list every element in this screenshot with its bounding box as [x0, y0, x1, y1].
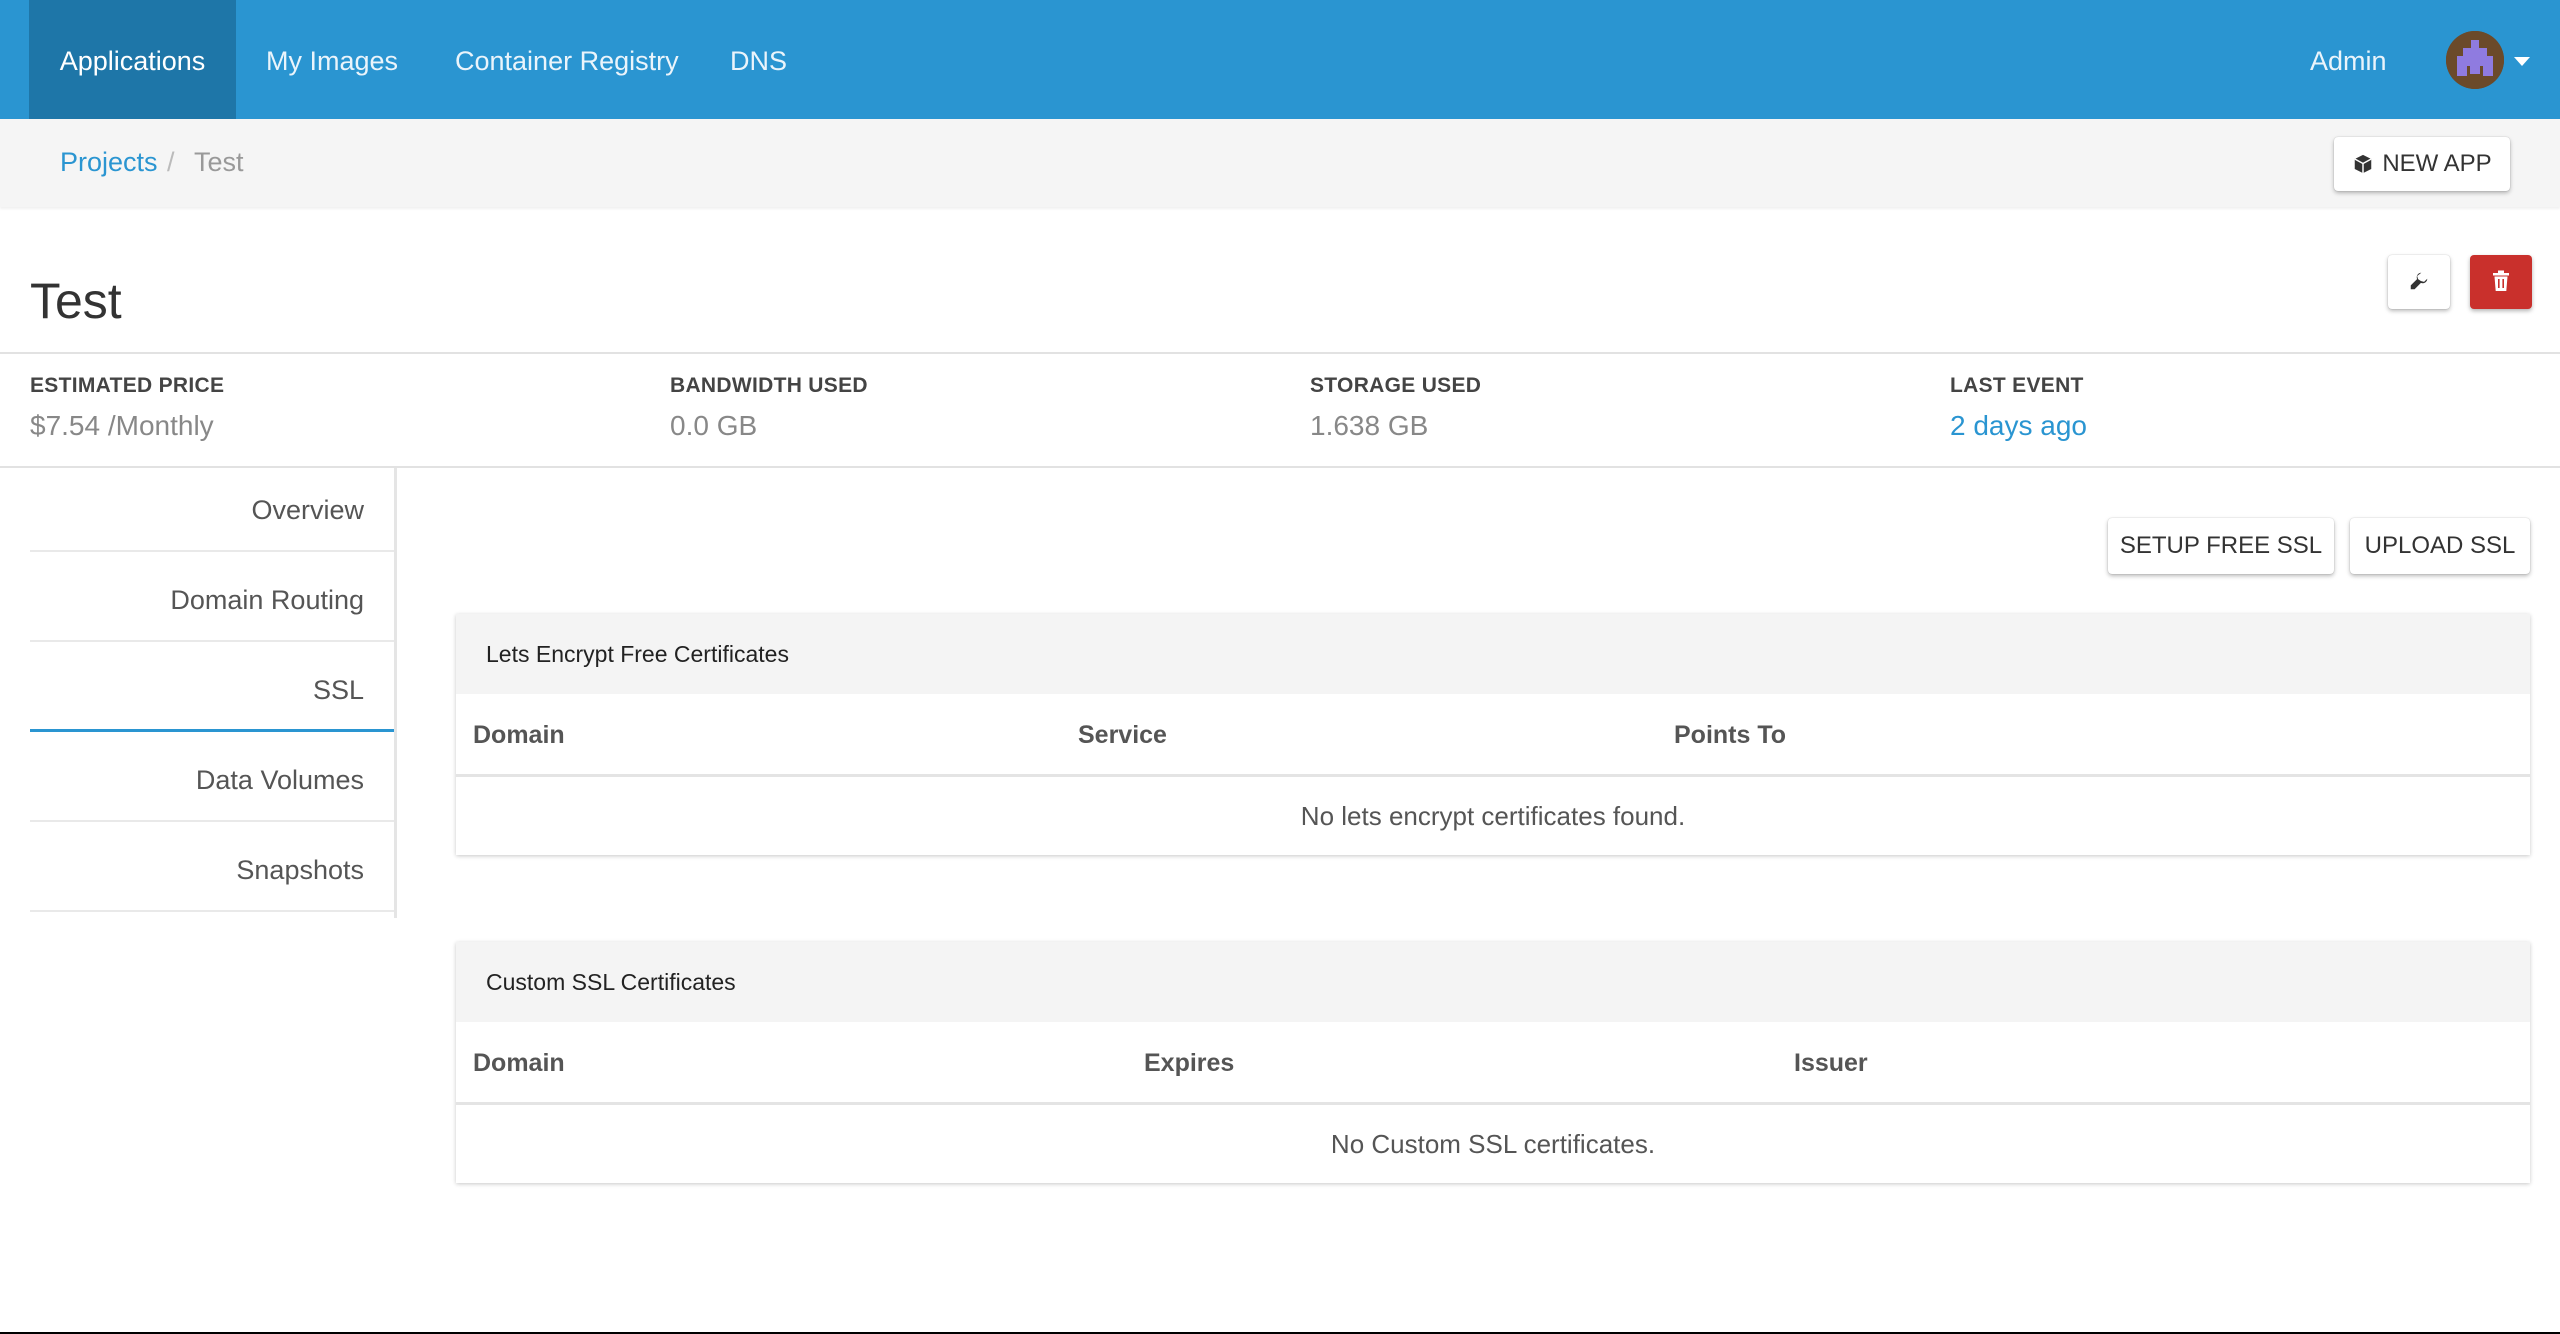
nav-item-my-images[interactable]: My Images	[266, 0, 398, 119]
column-header-domain: Domain	[473, 721, 565, 749]
setup-free-ssl-button[interactable]: SETUP FREE SSL	[2108, 518, 2334, 574]
cube-icon	[2354, 154, 2372, 174]
sidebar-item-ssl[interactable]: SSL	[30, 648, 394, 732]
sidebar-item-snapshots[interactable]: Snapshots	[30, 828, 394, 912]
nav-item-applications[interactable]: Applications	[29, 0, 236, 119]
stat-value-bandwidth: 0.0 GB	[670, 410, 758, 441]
stat-label-last-event: LAST EVENT	[1950, 374, 2084, 397]
avatar[interactable]	[2446, 31, 2504, 89]
delete-button[interactable]	[2470, 255, 2532, 309]
sidebar-item-data-volumes[interactable]: Data Volumes	[30, 738, 394, 822]
top-nav: Applications My Images Container Registr…	[0, 0, 2560, 119]
avatar-identicon-icon	[2446, 31, 2504, 89]
column-header-expires: Expires	[1144, 1049, 1235, 1077]
stat-value-last-event-link[interactable]: 2 days ago	[1950, 410, 2087, 442]
nav-item-dns[interactable]: DNS	[730, 0, 787, 119]
breadcrumb-bar: Projects / Test	[0, 119, 2560, 207]
custom-ssl-panel-title: Custom SSL Certificates	[456, 942, 2530, 1022]
settings-button[interactable]	[2388, 255, 2450, 309]
column-header-issuer: Issuer	[1794, 1049, 1868, 1077]
custom-ssl-panel: Custom SSL Certificates Domain Expires I…	[456, 942, 2530, 1183]
upload-ssl-button[interactable]: UPLOAD SSL	[2350, 518, 2530, 574]
stat-label-storage: STORAGE USED	[1310, 374, 1482, 397]
letsencrypt-empty-message: No lets encrypt certificates found.	[1300, 801, 1686, 831]
letsencrypt-panel: Lets Encrypt Free Certificates Domain Se…	[456, 614, 2530, 855]
new-app-label: NEW APP	[2382, 150, 2492, 177]
custom-ssl-empty-message: No Custom SSL certificates.	[1330, 1129, 1656, 1159]
sidebar-item-overview[interactable]: Overview	[30, 468, 394, 552]
column-header-points-to: Points To	[1674, 721, 1787, 749]
letsencrypt-panel-title: Lets Encrypt Free Certificates	[456, 614, 2530, 694]
custom-ssl-table-header: Domain Expires Issuer	[456, 1022, 2530, 1105]
stat-label-bandwidth: BANDWIDTH USED	[670, 374, 868, 397]
new-app-button[interactable]: NEW APP	[2334, 137, 2510, 191]
sidebar: Overview Domain Routing SSL Data Volumes…	[30, 468, 397, 918]
stat-value-storage: 1.638 GB	[1310, 410, 1429, 441]
sidebar-item-domain-routing[interactable]: Domain Routing	[30, 558, 394, 642]
nav-admin-link[interactable]: Admin	[2310, 0, 2387, 122]
trash-icon	[2493, 270, 2509, 291]
breadcrumb-separator: /	[167, 147, 175, 177]
divider	[0, 352, 2560, 354]
wrench-icon	[2410, 272, 2428, 290]
nav-item-container-registry[interactable]: Container Registry	[455, 0, 679, 119]
breadcrumb-projects-link[interactable]: Projects	[60, 147, 158, 178]
stat-label-estimated-price: ESTIMATED PRICE	[30, 374, 225, 397]
breadcrumb-current: Test	[194, 147, 244, 177]
letsencrypt-table-header: Domain Service Points To	[456, 694, 2530, 777]
chevron-down-icon[interactable]	[2514, 57, 2530, 66]
page-title: Test	[30, 273, 122, 329]
column-header-service: Service	[1078, 721, 1167, 749]
column-header-domain: Domain	[473, 1049, 565, 1077]
stat-value-estimated-price: $7.54 /Monthly	[30, 410, 214, 441]
